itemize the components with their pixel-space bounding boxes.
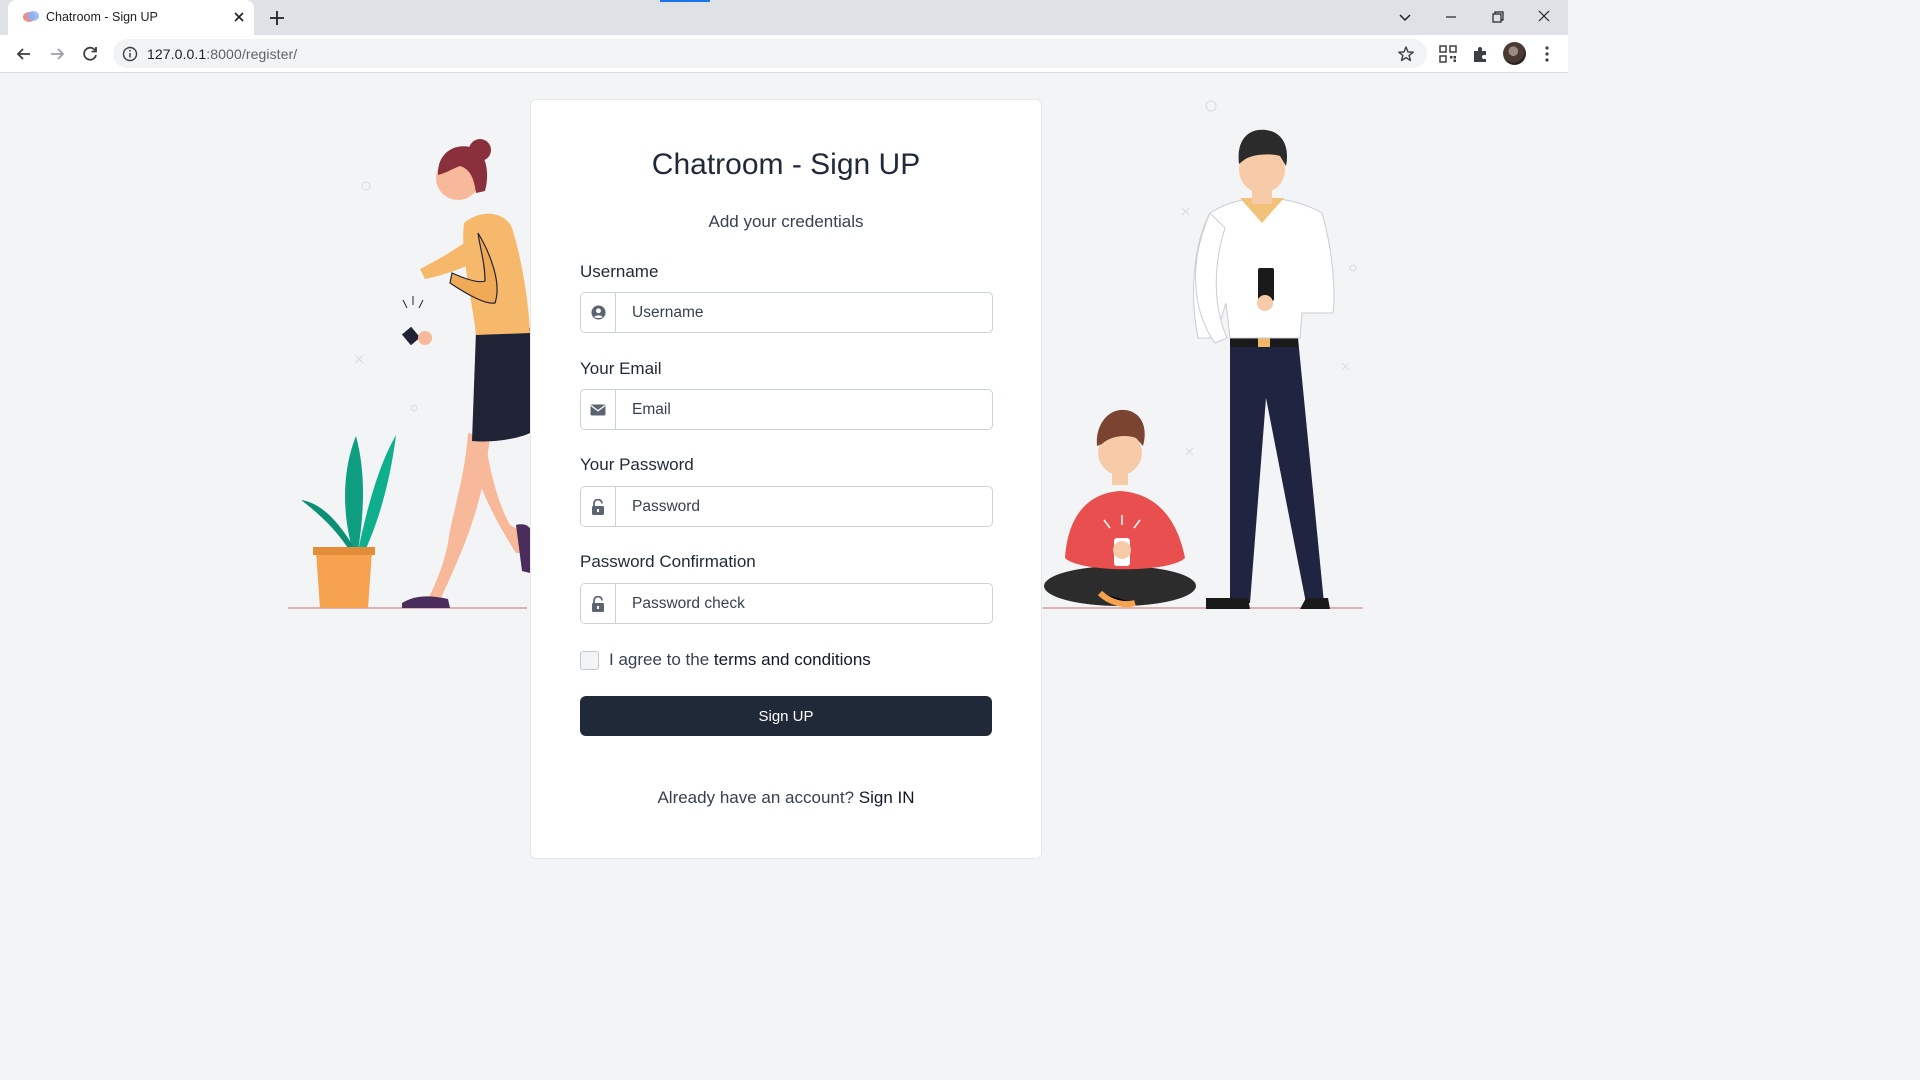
user-circle-icon <box>590 305 606 320</box>
browser-tab[interactable]: Chatroom - Sign UP <box>8 0 254 35</box>
close-tab-icon[interactable] <box>230 8 248 26</box>
username-addon <box>581 293 616 332</box>
password-label: Your Password <box>580 455 694 474</box>
password-input-group <box>580 486 993 527</box>
username-label: Username <box>580 262 659 281</box>
username-input[interactable] <box>616 293 992 332</box>
password-confirm-label: Password Confirmation <box>580 552 756 571</box>
close-window-icon[interactable] <box>1531 5 1557 29</box>
terms-checkbox[interactable] <box>580 650 599 670</box>
menu-kebab-icon[interactable] <box>1536 43 1558 65</box>
minimize-icon[interactable] <box>1438 5 1464 29</box>
url-text: 127.0.0.1:8000/register/ <box>147 46 297 62</box>
lock-icon <box>592 498 604 515</box>
email-input-group <box>580 389 993 430</box>
url-path: :8000/register/ <box>206 46 298 62</box>
back-arrow-icon[interactable] <box>13 43 35 65</box>
woman-with-phone-illustration <box>288 139 532 609</box>
envelope-icon <box>590 404 606 415</box>
signin-prompt-text: Already have an account? <box>657 788 855 807</box>
username-input-group <box>580 292 993 333</box>
terms-link[interactable]: terms and conditions <box>714 650 871 669</box>
profile-avatar[interactable] <box>1503 42 1526 65</box>
tab-load-indicator <box>660 0 710 2</box>
site-info-icon[interactable] <box>122 46 138 62</box>
email-label: Your Email <box>580 359 662 378</box>
tab-search-icon[interactable] <box>1392 5 1418 29</box>
page-title: Chatroom - Sign UP <box>651 148 921 181</box>
lock-icon <box>592 595 604 612</box>
signup-card: Chatroom - Sign UP Add your credentials … <box>530 99 1042 859</box>
password-input[interactable] <box>616 487 992 526</box>
page-viewport: Chatroom - Sign UP Add your credentials … <box>0 73 1568 882</box>
password-addon <box>581 487 616 526</box>
terms-prefix: I agree to the <box>609 650 710 669</box>
tab-title: Chatroom - Sign UP <box>46 10 158 24</box>
restore-icon[interactable] <box>1485 5 1511 29</box>
password-confirm-input[interactable] <box>616 584 992 623</box>
page-subtitle: Add your credentials <box>708 212 864 231</box>
chat-bubble-icon <box>23 11 39 22</box>
email-addon <box>581 390 616 429</box>
qr-code-icon[interactable] <box>1437 43 1459 65</box>
email-input[interactable] <box>616 390 992 429</box>
signin-link[interactable]: Sign IN <box>859 788 915 807</box>
signup-button[interactable]: Sign UP <box>580 696 992 736</box>
two-people-with-phones-illustration <box>1043 100 1363 609</box>
terms-text: I agree to the terms and conditions <box>609 650 871 670</box>
password-confirm-input-group <box>580 583 993 624</box>
address-bar[interactable]: 127.0.0.1:8000/register/ <box>113 39 1427 68</box>
reload-icon[interactable] <box>79 43 101 65</box>
extensions-puzzle-icon[interactable] <box>1470 43 1492 65</box>
url-host: 127.0.0.1 <box>147 46 207 62</box>
bookmark-star-icon[interactable] <box>1397 45 1415 63</box>
password-confirm-addon <box>581 584 616 623</box>
signin-prompt: Already have an account? Sign IN <box>531 788 1041 808</box>
browser-toolbar: 127.0.0.1:8000/register/ <box>0 35 1568 73</box>
browser-tabstrip: Chatroom - Sign UP <box>0 0 1568 35</box>
terms-row: I agree to the terms and conditions <box>580 650 871 670</box>
forward-arrow-icon[interactable] <box>46 43 68 65</box>
new-tab-icon[interactable] <box>266 7 288 29</box>
